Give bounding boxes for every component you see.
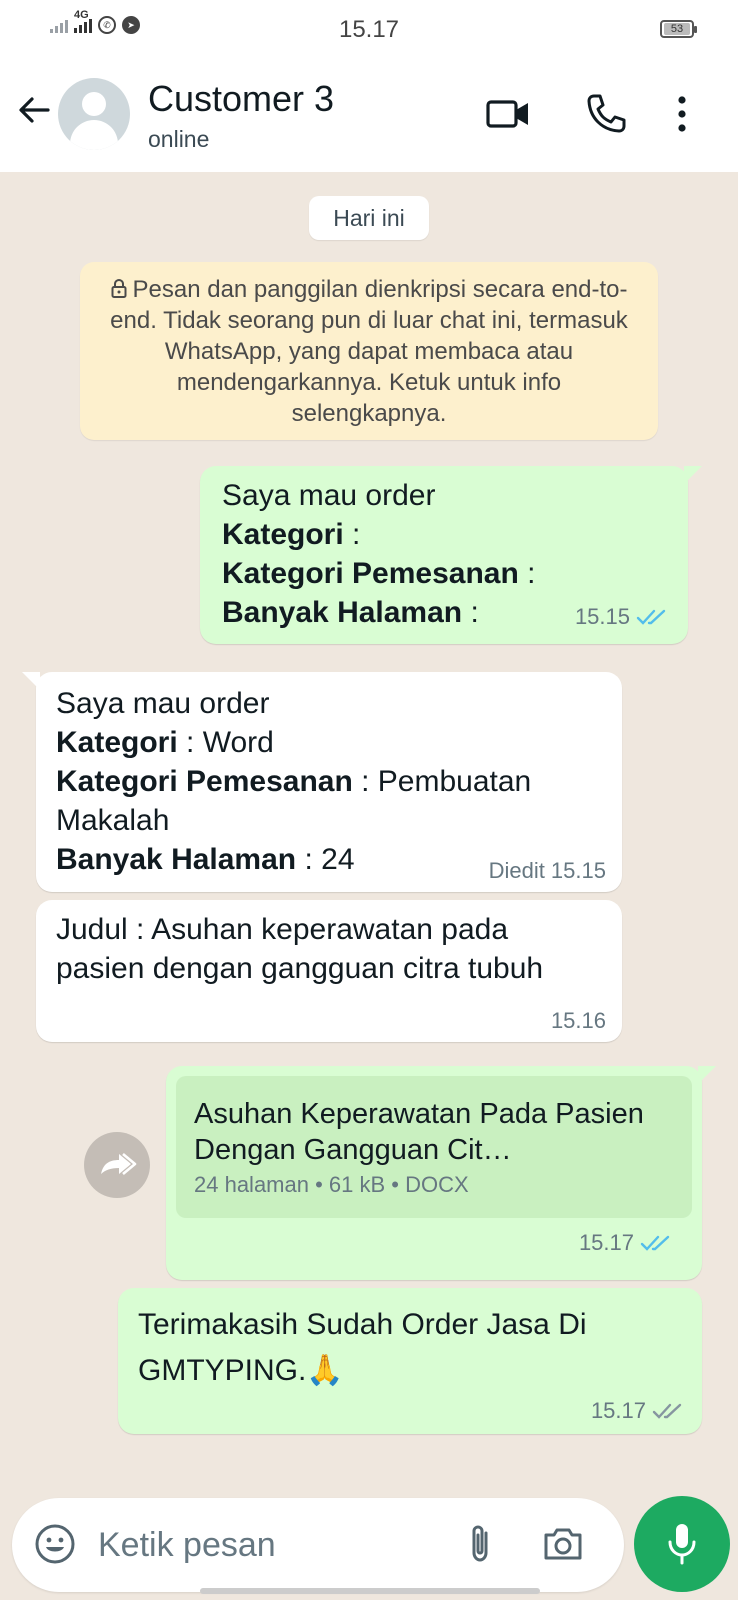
forward-icon bbox=[101, 1153, 137, 1175]
navigation-gesture-bar[interactable] bbox=[200, 1588, 540, 1594]
video-call-icon[interactable] bbox=[484, 90, 532, 138]
chat-header: Customer 3 online bbox=[0, 60, 738, 172]
voice-call-icon[interactable] bbox=[582, 90, 630, 138]
lock-icon bbox=[111, 279, 126, 298]
back-arrow-icon[interactable] bbox=[14, 90, 54, 130]
encryption-notice[interactable]: Pesan dan panggilan dienkripsi secara en… bbox=[80, 262, 658, 440]
message-bubble-incoming[interactable]: Judul : Asuhan keperawatan pada pasien d… bbox=[36, 900, 622, 1042]
double-check-icon bbox=[640, 1235, 670, 1251]
field-key: Kategori Pemesanan bbox=[56, 765, 353, 798]
camera-icon[interactable] bbox=[540, 1521, 586, 1567]
contact-status: online bbox=[148, 126, 210, 152]
message-text: Saya mau order bbox=[222, 479, 436, 512]
encryption-text: Pesan dan panggilan dienkripsi secara en… bbox=[110, 276, 628, 427]
forward-button[interactable] bbox=[84, 1132, 150, 1198]
double-check-icon bbox=[652, 1403, 682, 1419]
avatar[interactable] bbox=[58, 78, 130, 150]
status-bar: 4G ✆ ➤ 15.17 53 bbox=[0, 0, 738, 60]
message-bubble-outgoing[interactable]: Terimakasih Sudah Order Jasa Di GMTYPING… bbox=[118, 1288, 702, 1434]
field-value: Word bbox=[202, 726, 274, 759]
attach-icon[interactable] bbox=[458, 1521, 504, 1567]
message-text: Terimakasih Sudah Order Jasa Di GMTYPING… bbox=[138, 1308, 587, 1387]
message-text: Judul : Asuhan keperawatan pada pasien d… bbox=[56, 913, 544, 985]
date-chip: Hari ini bbox=[309, 196, 429, 240]
message-time: 15.15 bbox=[574, 604, 630, 629]
document-meta: 24 halaman • 61 kB • DOCX bbox=[194, 1172, 469, 1197]
status-time: 15.17 bbox=[338, 16, 400, 43]
document-title: Asuhan Keperawatan Pada Pasien Dengan Ga… bbox=[194, 1098, 644, 1166]
chat-area[interactable]: Hari ini Pesan dan panggilan dienkripsi … bbox=[0, 172, 738, 1492]
message-text: Saya mau order bbox=[56, 687, 270, 720]
field-key: Kategori bbox=[222, 518, 344, 551]
voice-message-button[interactable] bbox=[634, 1496, 730, 1592]
contact-name[interactable]: Customer 3 bbox=[148, 78, 334, 120]
message-time: 15.17 bbox=[578, 1230, 634, 1255]
field-key: Banyak Halaman bbox=[56, 843, 297, 876]
field-key: Kategori Pemesanan bbox=[222, 557, 519, 590]
message-bubble-incoming[interactable]: Saya mau order Kategori : Word Kategori … bbox=[22, 672, 622, 892]
message-composer[interactable]: Ketik pesan bbox=[12, 1498, 624, 1592]
field-key: Kategori bbox=[56, 726, 178, 759]
document-attachment[interactable]: Asuhan Keperawatan Pada Pasien Dengan Ga… bbox=[176, 1076, 692, 1218]
mic-icon bbox=[668, 1524, 696, 1565]
battery-icon: 53 bbox=[660, 20, 697, 38]
message-bubble-outgoing[interactable]: Saya mau order Kategori : Kategori Pemes… bbox=[200, 466, 702, 644]
message-time: 15.16 bbox=[550, 1008, 606, 1033]
double-check-icon bbox=[636, 609, 666, 625]
message-input[interactable]: Ketik pesan bbox=[98, 1526, 276, 1565]
field-value: 24 bbox=[321, 843, 355, 876]
battery-level: 53 bbox=[664, 23, 690, 35]
more-options-icon[interactable] bbox=[668, 90, 696, 138]
message-time: 15.17 bbox=[590, 1398, 646, 1423]
emoji-icon[interactable] bbox=[32, 1521, 78, 1567]
message-time: Diedit 15.15 bbox=[488, 858, 606, 883]
field-key: Banyak Halaman bbox=[222, 596, 463, 629]
